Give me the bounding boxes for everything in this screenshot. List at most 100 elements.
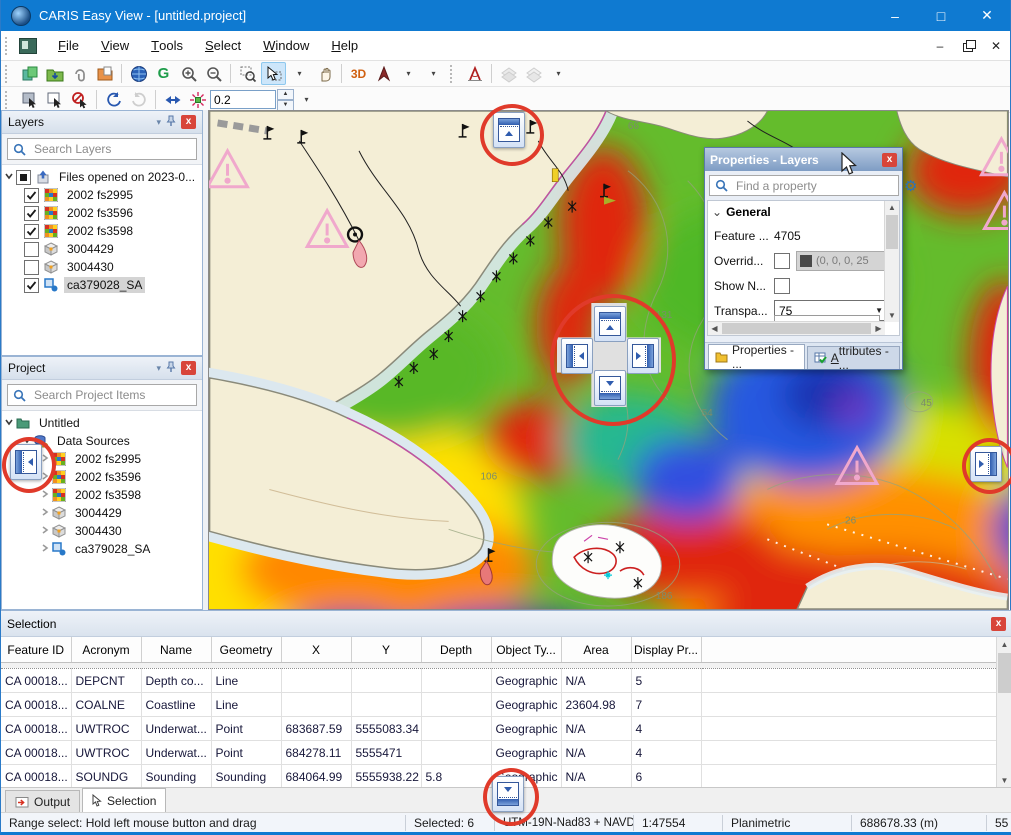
- layer-visibility-checkbox[interactable]: [24, 188, 39, 203]
- layers-search-input[interactable]: [32, 141, 191, 157]
- properties-panel[interactable]: Properties - Layers x ⚙ ⌄General Feature…: [704, 147, 903, 370]
- select-tool-dropdown[interactable]: ▾: [288, 63, 311, 84]
- column-header[interactable]: Object Ty...: [491, 637, 561, 663]
- layer-item[interactable]: 3004429: [2, 240, 202, 258]
- menu-window[interactable]: Window: [252, 31, 320, 60]
- project-search-input[interactable]: [32, 387, 191, 403]
- selection-row[interactable]: CA 00018...UWTROCUnderwat...Point683687.…: [1, 717, 997, 741]
- selection-row[interactable]: CA 00018...COALNECoastlineLineGeographic…: [1, 693, 997, 717]
- property-row-feature-count[interactable]: Feature ... 4705: [708, 223, 899, 248]
- project-panel-menu-button[interactable]: ▾: [156, 363, 161, 374]
- scroll-up-icon[interactable]: ▲: [997, 637, 1011, 652]
- project-item[interactable]: ca379028_SA: [2, 540, 202, 558]
- property-search[interactable]: [709, 175, 899, 196]
- menu-tools[interactable]: Tools: [140, 31, 194, 60]
- gear-icon[interactable]: ⚙: [904, 177, 917, 195]
- select-tool-button[interactable]: [261, 62, 286, 85]
- properties-vscrollbar[interactable]: ▲▼: [884, 201, 899, 322]
- zoom-out-button[interactable]: [202, 63, 225, 84]
- tolerance-input[interactable]: [210, 90, 276, 109]
- maximize-button[interactable]: □: [918, 0, 964, 31]
- child-restore-button[interactable]: [954, 38, 982, 54]
- menu-view[interactable]: View: [90, 31, 140, 60]
- properties-panel-close-button[interactable]: x: [882, 153, 897, 167]
- chevron-right-icon[interactable]: [38, 542, 52, 556]
- document-window-icon[interactable]: [19, 38, 37, 54]
- toolbar-overflow-dropdown[interactable]: ▾: [422, 63, 445, 84]
- layer-visibility-checkbox[interactable]: [24, 224, 39, 239]
- menu-help[interactable]: Help: [320, 31, 369, 60]
- override-checkbox[interactable]: [774, 253, 790, 269]
- next-view-button[interactable]: [127, 89, 150, 110]
- view-3d-button[interactable]: 3D: [347, 63, 370, 84]
- deselect-by-rect-button[interactable]: [43, 89, 66, 110]
- import-file-button[interactable]: [18, 63, 41, 84]
- fit-extents-button[interactable]: [161, 89, 184, 110]
- property-row-override[interactable]: Overrid... (0, 0, 0, 25: [708, 248, 899, 273]
- north-arrow-dropdown[interactable]: ▾: [397, 63, 420, 84]
- child-close-button[interactable]: ✕: [982, 39, 1010, 53]
- properties-tab[interactable]: Properties - ...: [708, 344, 805, 369]
- link-files-button[interactable]: [68, 63, 91, 84]
- layer-visibility-checkbox[interactable]: [24, 260, 39, 275]
- child-minimize-button[interactable]: –: [926, 39, 954, 53]
- section-collapse-icon[interactable]: ⌄: [712, 205, 722, 219]
- project-item[interactable]: 3004430: [2, 522, 202, 540]
- toolbar-grip[interactable]: [5, 65, 12, 83]
- close-button[interactable]: ✕: [964, 0, 1010, 31]
- selection-toolbar-dropdown[interactable]: ▾: [295, 89, 318, 110]
- paste-layer-button[interactable]: [93, 63, 116, 84]
- pan-tool-button[interactable]: [313, 63, 336, 84]
- menubar-grip[interactable]: [5, 37, 12, 55]
- zoom-in-button[interactable]: [177, 63, 200, 84]
- project-root-item[interactable]: Untitled: [2, 414, 202, 432]
- zoom-window-button[interactable]: [236, 63, 259, 84]
- menu-select[interactable]: Select: [194, 31, 252, 60]
- layers-panel-pin-button[interactable]: [166, 115, 176, 130]
- column-header[interactable]: Display Pr...: [631, 637, 701, 663]
- surface-shade-button[interactable]: [522, 63, 545, 84]
- column-header[interactable]: Area: [561, 637, 631, 663]
- selection-table-scrollbar[interactable]: ▲ ▼: [996, 637, 1011, 788]
- properties-hscrollbar[interactable]: ◀▶: [708, 321, 885, 335]
- layer-item[interactable]: 2002 fs2995: [2, 186, 202, 204]
- chevron-right-icon[interactable]: [38, 506, 52, 520]
- toolbar-grip-2[interactable]: [450, 65, 457, 83]
- project-search[interactable]: [7, 384, 197, 406]
- google-earth-button[interactable]: G: [152, 63, 175, 84]
- selection-table-header[interactable]: Feature IDAcronymNameGeometryXYDepthObje…: [1, 637, 997, 663]
- layer-visibility-checkbox[interactable]: [24, 206, 39, 221]
- layer-item[interactable]: 3004430: [2, 258, 202, 276]
- surface-render-button[interactable]: [497, 63, 520, 84]
- chevron-down-icon[interactable]: [2, 416, 16, 430]
- menu-file[interactable]: File: [47, 31, 90, 60]
- toolbar-grip-3[interactable]: [5, 91, 12, 109]
- render-overflow-dropdown[interactable]: ▾: [547, 63, 570, 84]
- tab-output[interactable]: Output: [5, 790, 80, 812]
- property-search-input[interactable]: [734, 178, 893, 194]
- layers-panel-menu-button[interactable]: ▾: [156, 117, 161, 128]
- column-header[interactable]: Depth: [421, 637, 491, 663]
- tolerance-spinner[interactable]: ▲▼: [277, 89, 294, 111]
- layer-visibility-checkbox[interactable]: [24, 242, 39, 257]
- layer-visibility-checkbox[interactable]: [24, 278, 39, 293]
- tab-selection[interactable]: Selection: [82, 788, 166, 812]
- flash-selection-button[interactable]: [186, 89, 209, 110]
- scroll-down-icon[interactable]: ▼: [997, 773, 1011, 788]
- open-file-button[interactable]: [43, 63, 66, 84]
- project-panel-close-button[interactable]: x: [181, 361, 196, 375]
- project-item[interactable]: 3004429: [2, 504, 202, 522]
- column-header[interactable]: Acronym: [71, 637, 141, 663]
- layer-item[interactable]: 2002 fs3596: [2, 204, 202, 222]
- chevron-down-icon[interactable]: [2, 170, 16, 184]
- web-map-button[interactable]: [127, 63, 150, 84]
- property-row-show-n[interactable]: Show N...: [708, 273, 899, 298]
- project-panel-pin-button[interactable]: [166, 361, 176, 376]
- column-header[interactable]: Y: [351, 637, 421, 663]
- scroll-thumb[interactable]: [998, 653, 1011, 693]
- previous-view-button[interactable]: [102, 89, 125, 110]
- selection-row[interactable]: CA 00018...UWTROCUnderwat...Point684278.…: [1, 741, 997, 765]
- selection-panel-close-button[interactable]: x: [991, 617, 1006, 631]
- layer-item[interactable]: 2002 fs3598: [2, 222, 202, 240]
- measure-tool-button[interactable]: [463, 63, 486, 84]
